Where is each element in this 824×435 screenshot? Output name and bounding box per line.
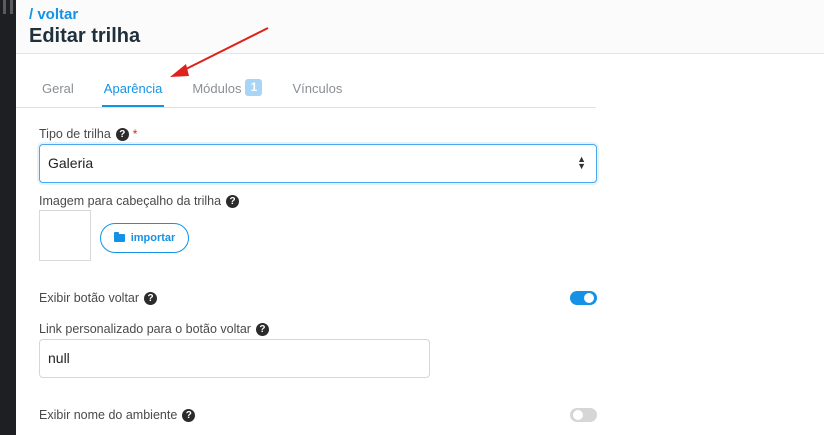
help-icon[interactable]: ? [115, 127, 129, 141]
help-icon[interactable]: ? [255, 322, 269, 336]
link-personalizado-input[interactable]: null [39, 339, 430, 378]
exibir-botao-voltar-toggle[interactable] [570, 291, 597, 305]
toggle-knob [584, 293, 594, 303]
exibir-nome-ambiente-label: Exibir nome do ambiente ? [39, 408, 196, 422]
tab-modulos[interactable]: Módulos 1 [190, 72, 264, 107]
tab-geral[interactable]: Geral [40, 72, 76, 107]
modules-count-badge: 1 [245, 79, 263, 96]
page-title: Editar trilha [29, 25, 141, 47]
back-link[interactable]: / voltar [29, 6, 78, 23]
required-marker: * [132, 127, 138, 141]
tab-aparencia[interactable]: Aparência [101, 72, 165, 107]
tipo-trilha-value: Galeria [48, 155, 94, 171]
page-header: / voltar Editar trilha [16, 0, 824, 54]
tab-bar: Geral Aparência Módulos 1 Vínculos [40, 72, 370, 107]
folder-open-icon [113, 232, 125, 242]
tipo-trilha-select[interactable]: Galeria ▲ ▼ [39, 144, 597, 183]
imagem-label: Imagem para cabeçalho da trilha ? [39, 194, 240, 208]
image-preview [39, 210, 91, 261]
import-button[interactable]: importar [100, 223, 189, 253]
link-personalizado-label: Link personalizado para o botão voltar ? [39, 322, 269, 336]
toggle-knob [573, 410, 583, 420]
help-icon[interactable]: ? [226, 194, 240, 208]
tabs-divider [16, 107, 596, 108]
tab-vinculos[interactable]: Vínculos [290, 72, 344, 107]
left-sidebar-strip [0, 0, 16, 435]
exibir-botao-voltar-label: Exibir botão voltar ? [39, 291, 158, 305]
help-icon[interactable]: ? [182, 408, 196, 422]
sidebar-logo-fragment [3, 0, 13, 14]
tipo-trilha-label: Tipo de trilha ? * [39, 127, 138, 141]
exibir-nome-ambiente-toggle[interactable] [570, 408, 597, 422]
help-icon[interactable]: ? [144, 291, 158, 305]
sort-arrows-icon: ▲ ▼ [577, 154, 586, 171]
